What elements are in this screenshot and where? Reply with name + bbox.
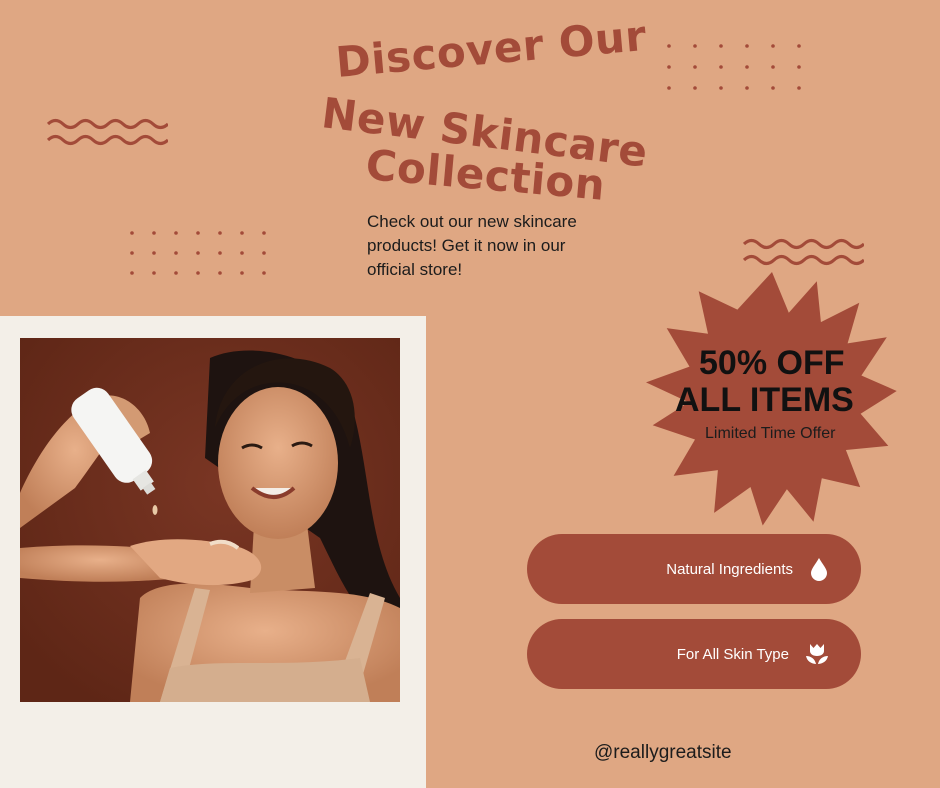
headline-line-1: Discover Our [333,10,649,87]
model-photo [20,338,400,702]
wavy-lines-left [46,118,168,146]
promo-description: Check out our new skincare products! Get… [367,210,627,282]
droplet-icon [811,558,827,581]
discount-headline: 50% OFF [699,344,845,382]
tulip-icon [806,644,828,664]
website-handle: @reallygreatsite [594,742,732,763]
wavy-lines-right [742,238,864,266]
promo-description-line-3: official store! [367,260,463,279]
feature-badge-natural-ingredients: Natural Ingredients [527,534,861,604]
dot-grid-top-right [667,44,801,90]
feature-label: For All Skin Type [676,645,789,663]
promo-description-line-2: products! Get it now in our [367,236,566,255]
feature-badge-all-skin-types: For All Skin Type [527,619,861,689]
feature-label: Natural Ingredients [666,560,793,578]
dot-grid-left [130,231,266,275]
promo-description-line-1: Check out our new skincare [367,212,577,231]
limited-offer-text: Limited Time Offer [705,425,836,442]
discount-subheadline: ALL ITEMS [675,381,854,419]
woman-applying-serum-illustration [20,338,400,702]
headline: Discover Our New Skincare Collection [300,11,680,210]
